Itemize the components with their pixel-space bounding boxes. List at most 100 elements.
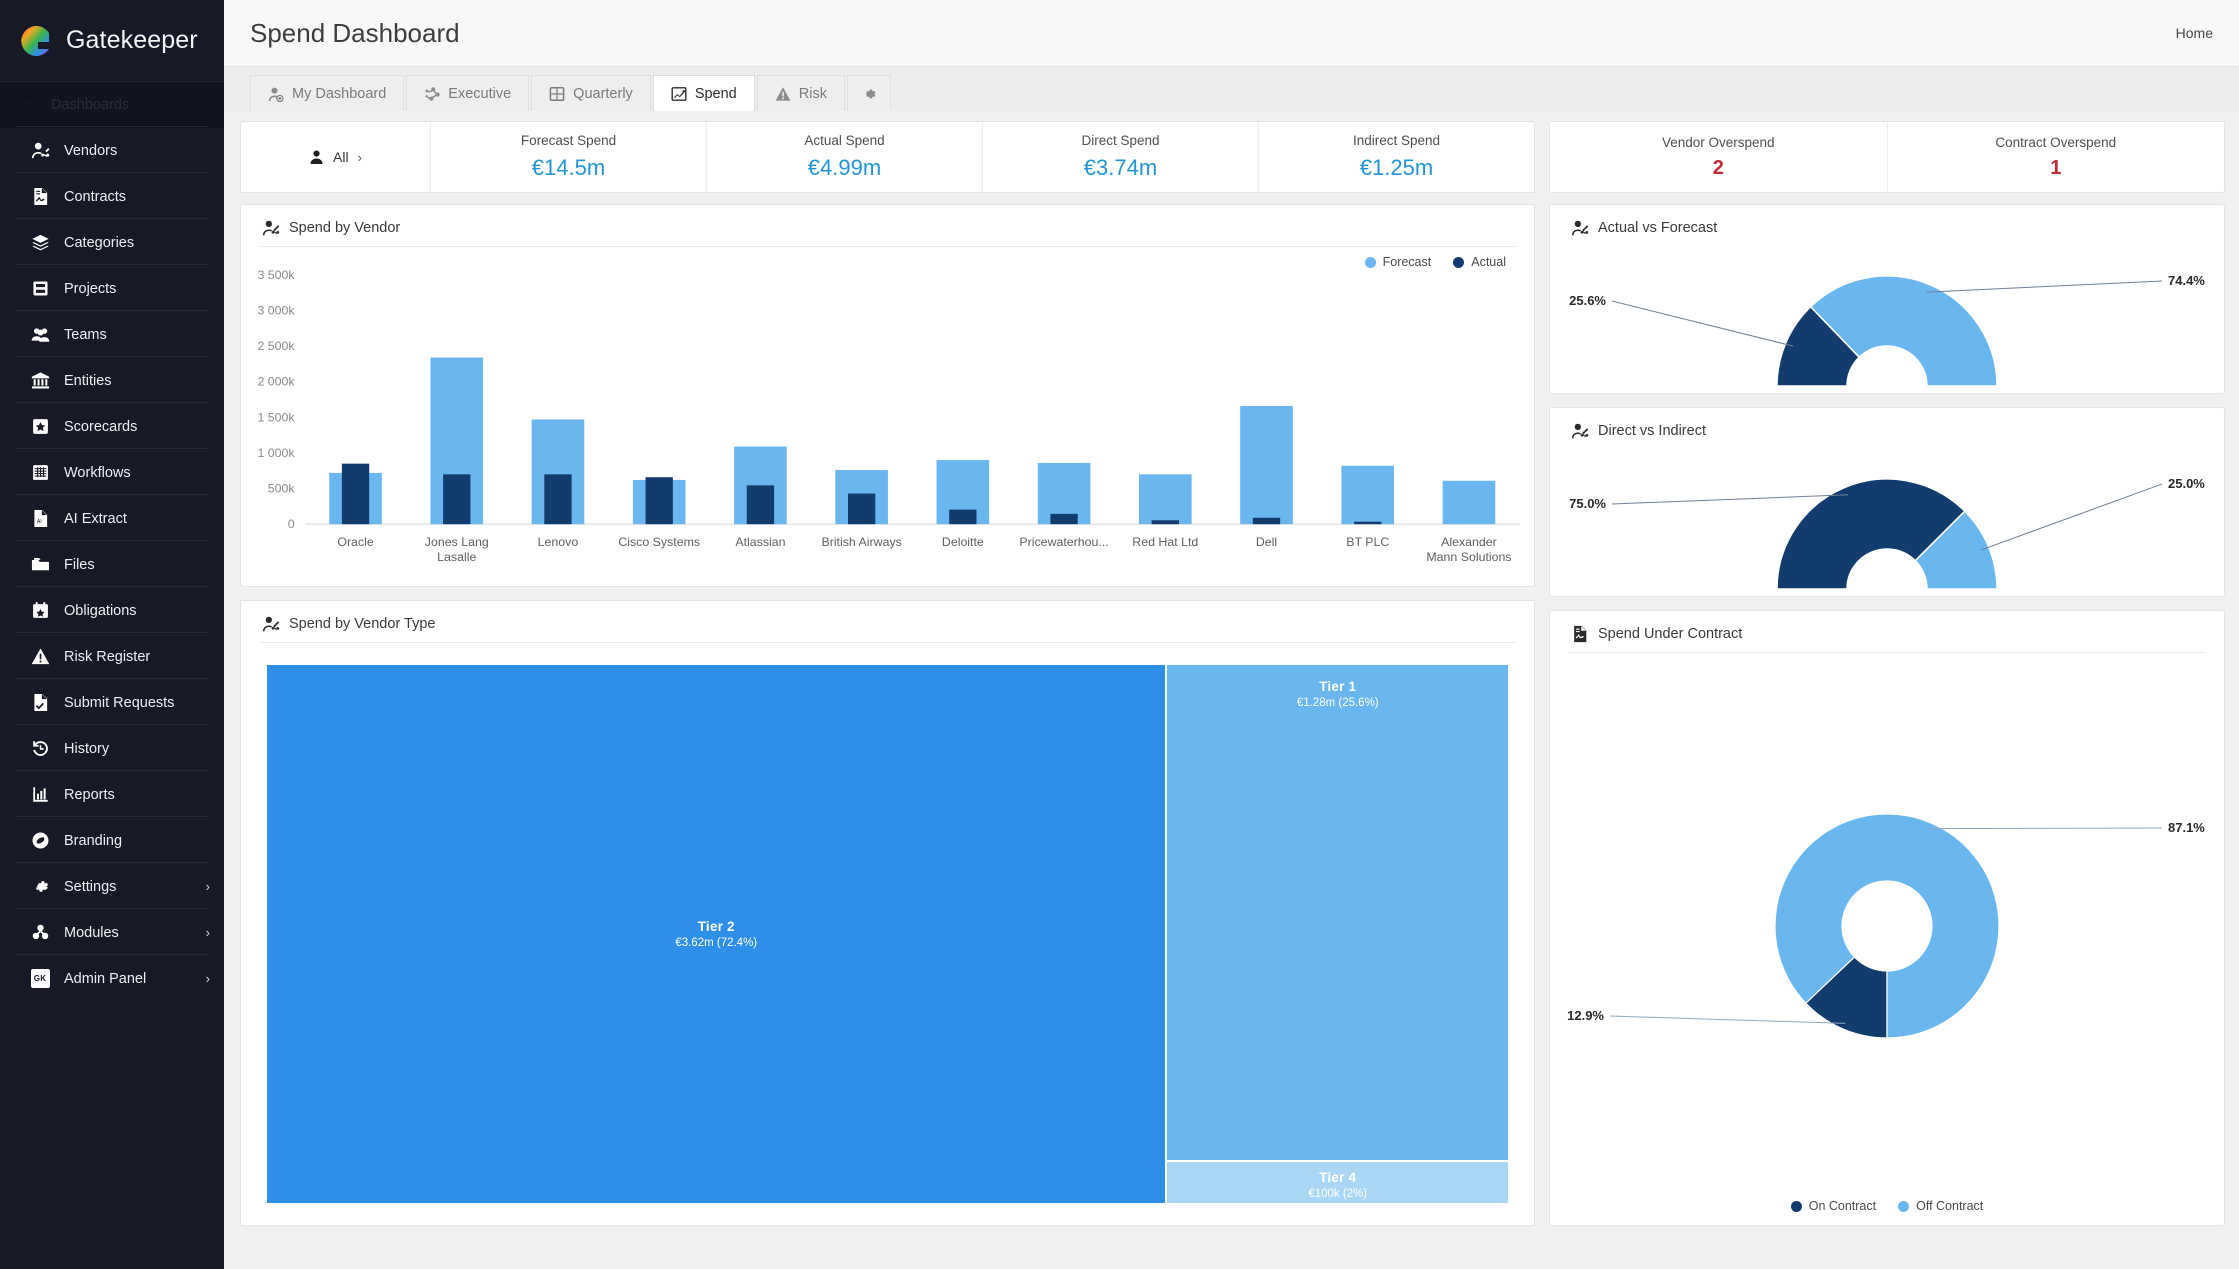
kpi-contract-overspend[interactable]: Contract Overspend 1 [1888, 122, 2225, 192]
layers-icon [29, 232, 51, 254]
sidebar-item-ai-extract[interactable]: AI AI Extract [0, 496, 224, 542]
tab-quarterly[interactable]: Quarterly [531, 75, 651, 111]
treemap-tile-value: €1.28m (25.6%) [1296, 697, 1379, 709]
kpi-label: Forecast Spend [520, 133, 617, 148]
tab-risk[interactable]: Risk [756, 75, 845, 111]
sidebar-item-label: Vendors [64, 142, 118, 159]
sidebar-item-label: Admin Panel [64, 970, 147, 987]
tab-spend[interactable]: Spend [652, 75, 755, 111]
sidebar-item-settings[interactable]: Settings › [0, 864, 224, 910]
sidebar-item-history[interactable]: History [0, 726, 224, 772]
bar-forecast[interactable] [1442, 480, 1496, 525]
bar-actual[interactable] [1354, 521, 1382, 525]
x-axis-tick: Jones Lang [425, 535, 489, 549]
bar-forecast[interactable] [1240, 405, 1293, 525]
sidebar-item-vendors[interactable]: Vendors [0, 128, 224, 174]
kpi-vendor-overspend[interactable]: Vendor Overspend 2 [1550, 122, 1888, 192]
kpi-card-group-left: All › Forecast Spend €14.5m Actual Spend €4… [240, 121, 1535, 193]
brand[interactable]: Gatekeeper [0, 0, 224, 82]
treemap-tile[interactable]: Tier 4 €100k (2%) [1167, 1161, 1508, 1203]
kpi-direct-spend[interactable]: Direct Spend €3.74m [983, 122, 1259, 192]
half-donut-area[interactable]: 75.0% 25.0% [1550, 449, 2224, 596]
sidebar-item-reports[interactable]: Reports [0, 772, 224, 818]
sidebar-item-contracts[interactable]: Contracts [0, 174, 224, 220]
tab-executive[interactable]: Executive [406, 75, 530, 111]
legend-item[interactable]: Off Contract [1898, 1199, 1983, 1213]
sidebar-item-categories[interactable]: Categories [0, 220, 224, 266]
calendar-star-icon [29, 600, 51, 622]
kpi-value: €1.25m [1359, 155, 1434, 180]
bar-actual[interactable] [949, 509, 977, 525]
kpi-value: €3.74m [1083, 155, 1158, 180]
bar-actual[interactable] [746, 485, 775, 525]
panel-header: Actual vs Forecast [1550, 205, 2224, 246]
treemap-tile-value: €3.62m (72.4%) [675, 937, 758, 949]
bar-actual[interactable] [847, 493, 876, 525]
half-donut-area[interactable]: 25.6% 74.4% [1550, 246, 2224, 393]
sidebar-item-projects[interactable]: Projects [0, 266, 224, 312]
bar-actual[interactable] [443, 474, 471, 525]
app-root: Gatekeeper Dashboards Vendors Contracts Cat… [0, 0, 2239, 1269]
treemap-column: Tier 1 €1.28m (25.6%) Tier 4 €100k (2%) [1167, 665, 1508, 1203]
sidebar-item-branding[interactable]: Branding [0, 818, 224, 864]
contract-icon [1570, 624, 1589, 643]
bar-actual[interactable] [544, 474, 572, 525]
kpi-forecast-spend[interactable]: Forecast Spend €14.5m [431, 122, 707, 192]
vendor-filter-button[interactable]: All › [241, 122, 431, 192]
panel-title: Spend by Vendor Type [289, 615, 436, 632]
sidebar-item-modules[interactable]: Modules › [0, 910, 224, 956]
sidebar-item-dashboards[interactable]: Dashboards [0, 82, 224, 128]
treemap-chart[interactable]: Tier 2 €3.62m (72.4%) Tier 1 €1.28m (25.6%)… [267, 665, 1508, 1203]
bar-forecast[interactable] [1138, 474, 1192, 525]
star-icon [29, 416, 51, 438]
warning-triangle-icon [29, 646, 51, 668]
bar-actual[interactable] [645, 477, 673, 525]
donut-area[interactable]: 12.9% 87.1% [1550, 653, 2224, 1199]
sidebar-item-teams[interactable]: Teams [0, 312, 224, 358]
vendor-icon [261, 218, 280, 237]
y-axis-tick: 500k [268, 482, 296, 496]
y-axis-tick: 1 000k [258, 446, 296, 460]
bar-actual[interactable] [1252, 517, 1281, 525]
sidebar-item-label: Risk Register [64, 648, 151, 665]
bar-actual[interactable] [1050, 513, 1078, 525]
kpi-actual-spend[interactable]: Actual Spend €4.99m [707, 122, 983, 192]
tab-settings[interactable] [846, 75, 891, 111]
sidebar-item-scorecards[interactable]: Scorecards [0, 404, 224, 450]
sidebar-item-admin-panel[interactable]: GK Admin Panel › [0, 956, 224, 1002]
sidebar-item-files[interactable]: Files [0, 542, 224, 588]
kpi-indirect-spend[interactable]: Indirect Spend €1.25m [1259, 122, 1534, 192]
sidebar-item-label: Categories [64, 234, 135, 251]
legend-item[interactable]: On Contract [1790, 1199, 1876, 1213]
kpi-list-left: Forecast Spend €14.5m Actual Spend €4.99m Di… [431, 122, 1534, 192]
teams-icon [29, 324, 51, 346]
tab-my-dashboard[interactable]: My Dashboard [250, 75, 405, 111]
bar-actual[interactable] [1151, 520, 1179, 525]
panel-direct-vs-indirect: Direct vs Indirect 75.0%25.0% DirectIndi… [1549, 407, 2225, 597]
kpi-value: 1 [2050, 156, 2062, 179]
y-axis-tick: 2 000k [258, 375, 296, 389]
sidebar-item-entities[interactable]: Entities [0, 358, 224, 404]
tab-label: Risk [798, 85, 827, 102]
sidebar-item-obligations[interactable]: Obligations [0, 588, 224, 634]
treemap-tile[interactable]: Tier 1 €1.28m (25.6%) [1167, 665, 1508, 1160]
x-axis-tick: BT PLC [1346, 535, 1389, 549]
leader-line [1611, 300, 1794, 347]
kpi-label: Actual Spend [804, 133, 885, 148]
x-axis-tick: Deloitte [942, 535, 984, 549]
bar-forecast[interactable] [1341, 465, 1395, 525]
kpi-value: 2 [1712, 156, 1724, 179]
sidebar-item-submit-requests[interactable]: Submit Requests [0, 680, 224, 726]
treemap-tile-name: Tier 1 [1319, 679, 1357, 694]
kpi-label: Contract Overspend [1995, 134, 2117, 150]
ai-document-icon: AI [29, 508, 51, 530]
bar-chart[interactable]: 0 500k 1 000k 1 500k 2 000k 2 500k 3 000k 3 500… [241, 247, 1534, 586]
sidebar-item-risk-register[interactable]: Risk Register [0, 634, 224, 680]
branding-icon [29, 830, 51, 852]
sidebar-item-workflows[interactable]: Workflows [0, 450, 224, 496]
home-link[interactable]: Home [2176, 25, 2213, 41]
treemap-tile[interactable]: Tier 2 €3.62m (72.4%) [267, 665, 1166, 1203]
bar-actual[interactable] [341, 463, 370, 525]
bar-chart-area: Forecast Actual 0 500k 1 000k 1 500k 2 000k 2 … [241, 247, 1534, 586]
treemap-area: Tier 2 €3.62m (72.4%) Tier 1 €1.28m (25.6%)… [241, 643, 1534, 1225]
